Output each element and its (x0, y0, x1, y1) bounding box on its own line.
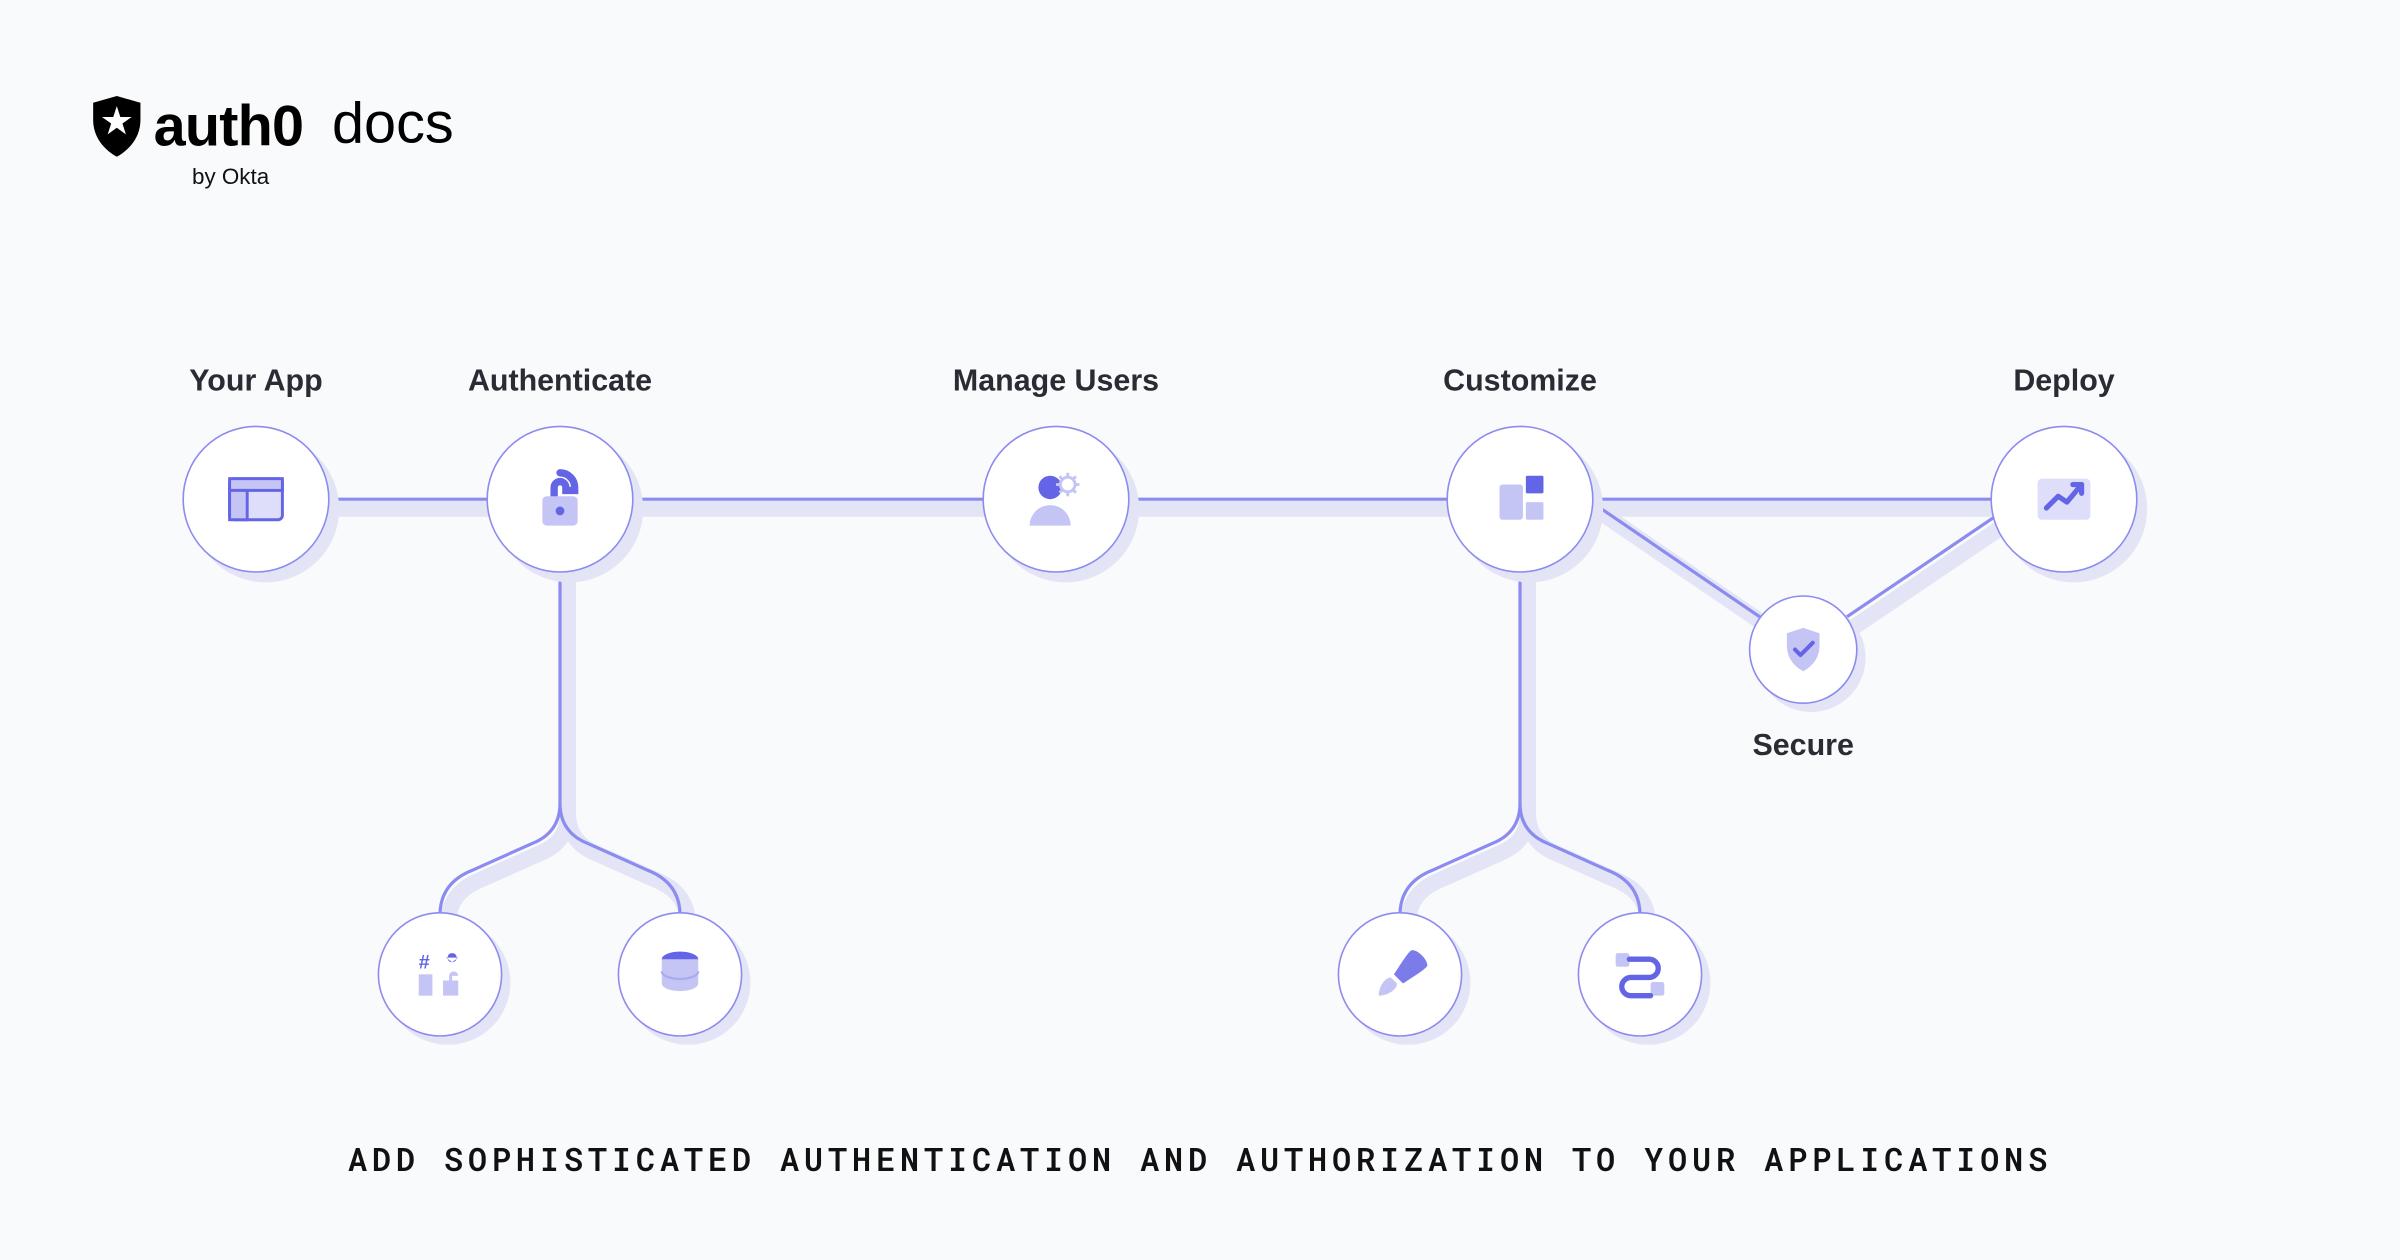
browser-window-icon (221, 464, 291, 534)
unlock-icon (525, 464, 595, 534)
social-icons-icon: # (410, 944, 471, 1005)
flow-diagram: Your App Authenticate (160, 320, 2272, 1056)
user-gear-icon (1021, 464, 1091, 534)
node-deploy-label: Deploy (2013, 365, 2114, 400)
node-authenticate-label: Authenticate (468, 365, 652, 400)
node-your-app-label: Your App (189, 365, 322, 400)
node-deploy: Deploy (1990, 426, 2137, 573)
node-secure: Secure (1749, 595, 1858, 704)
shield-check-icon (1776, 622, 1830, 676)
node-database (618, 912, 743, 1037)
node-your-app: Your App (182, 426, 329, 573)
node-branding (1338, 912, 1463, 1037)
node-social-login: # (378, 912, 503, 1037)
flow-path-icon (1610, 944, 1671, 1005)
svg-text:#: # (419, 951, 430, 973)
auth0-logo-icon (90, 96, 144, 157)
brand-byline: by Okta (192, 163, 269, 189)
brand-name: auth0 (154, 93, 304, 160)
database-icon (650, 944, 711, 1005)
node-secure-label: Secure (1753, 730, 1854, 765)
node-customize-label: Customize (1443, 365, 1597, 400)
brand-section: docs (332, 90, 454, 157)
node-authenticate: Authenticate (486, 426, 633, 573)
brand-header: auth0 by Okta docs (90, 93, 454, 189)
tagline: ADD SOPHISTICATED AUTHENTICATION AND AUT… (0, 1138, 2400, 1180)
node-manage-users-label: Manage Users (953, 365, 1159, 400)
node-customize: Customize (1446, 426, 1593, 573)
blocks-icon (1485, 464, 1555, 534)
node-actions (1578, 912, 1703, 1037)
node-manage-users: Manage Users (982, 426, 1129, 573)
chart-arrow-icon (2029, 464, 2099, 534)
paintbrush-icon (1370, 944, 1431, 1005)
